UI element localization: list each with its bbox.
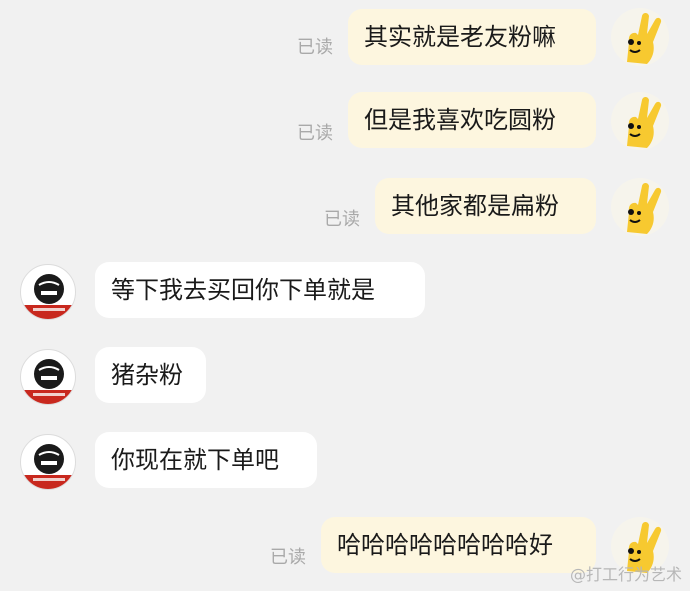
message-row-2: 已读 但是我喜欢吃圆粉	[0, 90, 690, 152]
message-row-5: 猪杂粉	[0, 345, 690, 407]
noodle-shop-logo-icon	[21, 274, 75, 319]
self-avatar[interactable]	[611, 178, 669, 236]
message-row-4: 等下我去买回你下单就是	[0, 260, 690, 322]
message-row-3: 已读 其他家都是扁粉	[0, 176, 690, 238]
watermark-text: @打工行为艺术	[569, 565, 682, 584]
noodle-shop-logo-icon	[21, 359, 75, 404]
message-text: 其他家都是扁粉	[391, 192, 559, 220]
message-bubble-incoming[interactable]: 猪杂粉	[95, 347, 206, 403]
yellow-hand-mascot-icon	[627, 183, 662, 234]
message-text: 其实就是老友粉嘛	[364, 23, 556, 51]
message-bubble-outgoing[interactable]: 其他家都是扁粉	[375, 178, 596, 234]
message-bubble-incoming[interactable]: 等下我去买回你下单就是	[95, 262, 425, 318]
read-receipt: 已读	[270, 547, 306, 568]
message-bubble-outgoing[interactable]: 其实就是老友粉嘛	[348, 9, 596, 65]
read-receipt: 已读	[297, 123, 333, 144]
read-receipt: 已读	[297, 37, 333, 58]
message-row-6: 你现在就下单吧	[0, 430, 690, 492]
message-bubble-outgoing[interactable]: 但是我喜欢吃圆粉	[348, 92, 596, 148]
message-text: 等下我去买回你下单就是	[111, 276, 375, 304]
read-receipt: 已读	[324, 209, 360, 230]
yellow-hand-mascot-icon	[627, 97, 662, 148]
message-bubble-outgoing[interactable]: 哈哈哈哈哈哈哈哈好	[321, 517, 596, 573]
shop-avatar[interactable]	[20, 349, 76, 405]
message-text: 哈哈哈哈哈哈哈哈好	[337, 531, 553, 559]
message-text: 猪杂粉	[111, 361, 183, 389]
message-bubble-incoming[interactable]: 你现在就下单吧	[95, 432, 317, 488]
noodle-shop-logo-icon	[21, 444, 75, 489]
message-text: 你现在就下单吧	[111, 446, 279, 474]
self-avatar[interactable]	[611, 8, 669, 66]
message-row-1: 已读 其实就是老友粉嘛	[0, 6, 690, 66]
message-text: 但是我喜欢吃圆粉	[364, 106, 556, 134]
yellow-hand-mascot-icon	[627, 13, 662, 64]
self-avatar[interactable]	[611, 92, 669, 150]
shop-avatar[interactable]	[20, 434, 76, 490]
shop-avatar[interactable]	[20, 264, 76, 320]
